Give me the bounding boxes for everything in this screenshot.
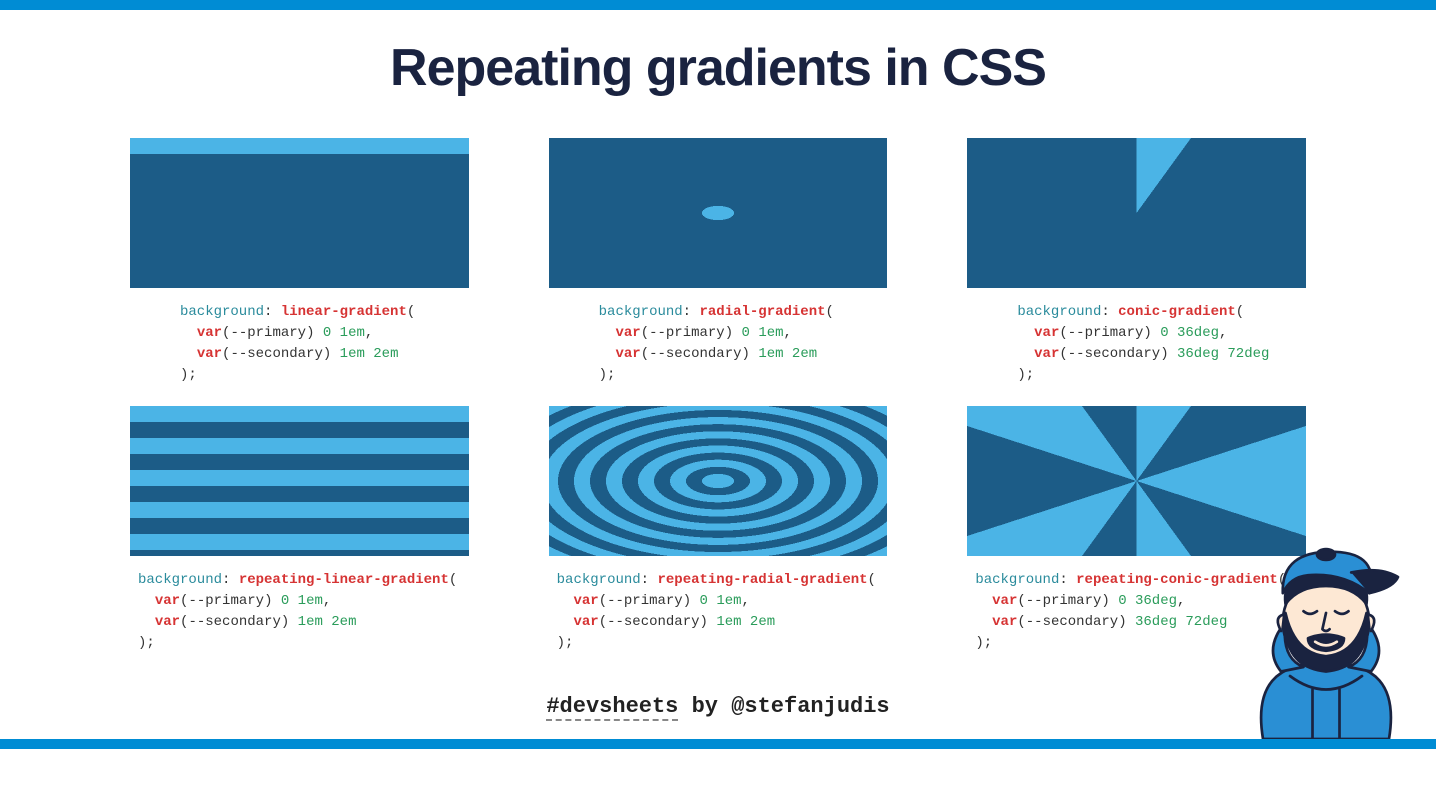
examples-grid: background: linear-gradient( var(--prima…: [130, 138, 1306, 654]
token-value: 0 1em: [742, 325, 784, 341]
token-value: 1em 2em: [758, 346, 817, 362]
token-property: background: [180, 304, 264, 320]
token-keyword: var: [197, 325, 222, 341]
footer-credit: #devsheets by @stefanjudis: [130, 694, 1306, 719]
swatch-repeating-linear: [130, 406, 469, 556]
token-property: background: [975, 572, 1059, 588]
example-repeating-radial: background: repeating-radial-gradient( v…: [549, 406, 888, 654]
swatch-conic: [967, 138, 1306, 288]
swatch-linear: [130, 138, 469, 288]
token-value: 1em 2em: [298, 614, 357, 630]
code-repeating-linear: background: repeating-linear-gradient( v…: [130, 570, 469, 654]
swatch-repeating-radial: [549, 406, 888, 556]
token-property: background: [557, 572, 641, 588]
token-keyword: var: [992, 593, 1017, 609]
token-keyword: var: [1034, 325, 1059, 341]
example-radial: background: radial-gradient( var(--prima…: [549, 138, 888, 386]
page-content: Repeating gradients in CSS background: l…: [0, 10, 1436, 719]
token-value: 0 36deg: [1118, 593, 1177, 609]
token-value: 0 36deg: [1160, 325, 1219, 341]
token-keyword: var: [615, 346, 640, 362]
token-property: background: [138, 572, 222, 588]
token-value: 1em 2em: [340, 346, 399, 362]
token-value: 36deg 72deg: [1135, 614, 1227, 630]
token-value: 0 1em: [323, 325, 365, 341]
token-keyword: var: [197, 346, 222, 362]
token-property: background: [1017, 304, 1101, 320]
code-repeating-radial: background: repeating-radial-gradient( v…: [549, 570, 888, 654]
token-value: 36deg 72deg: [1177, 346, 1269, 362]
token-function: conic-gradient: [1118, 304, 1236, 320]
token-keyword: var: [1034, 346, 1059, 362]
code-radial: background: radial-gradient( var(--prima…: [549, 302, 888, 386]
token-value: 1em 2em: [716, 614, 775, 630]
code-conic: background: conic-gradient( var(--primar…: [967, 302, 1306, 386]
example-linear: background: linear-gradient( var(--prima…: [130, 138, 469, 386]
token-function: repeating-radial-gradient: [657, 572, 867, 588]
footer-tag: #devsheets: [546, 694, 678, 721]
token-keyword: var: [155, 614, 180, 630]
bottom-accent-bar: [0, 739, 1436, 749]
top-accent-bar: [0, 0, 1436, 10]
code-linear: background: linear-gradient( var(--prima…: [130, 302, 469, 386]
token-keyword: var: [573, 593, 598, 609]
token-property: background: [599, 304, 683, 320]
token-keyword: var: [573, 614, 598, 630]
token-value: 0 1em: [700, 593, 742, 609]
example-repeating-linear: background: repeating-linear-gradient( v…: [130, 406, 469, 654]
token-function: repeating-linear-gradient: [239, 572, 449, 588]
token-keyword: var: [155, 593, 180, 609]
token-function: radial-gradient: [699, 304, 825, 320]
token-keyword: var: [992, 614, 1017, 630]
token-value: 0 1em: [281, 593, 323, 609]
token-keyword: var: [615, 325, 640, 341]
token-function: linear-gradient: [281, 304, 407, 320]
avatar-illustration: [1236, 523, 1416, 739]
footer-author: by @stefanjudis: [678, 694, 889, 719]
page-title: Repeating gradients in CSS: [130, 38, 1306, 98]
example-conic: background: conic-gradient( var(--primar…: [967, 138, 1306, 386]
swatch-radial: [549, 138, 888, 288]
